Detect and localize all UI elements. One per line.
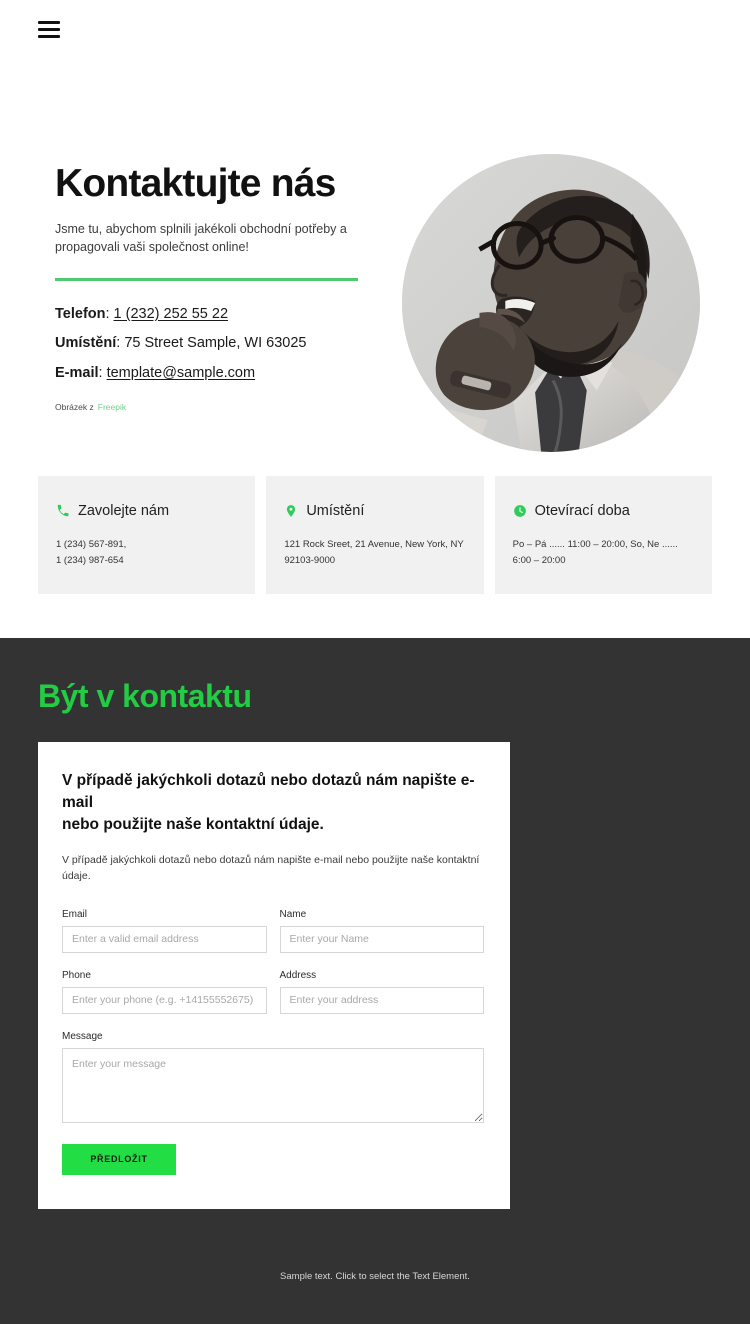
field-label-phone: Phone bbox=[62, 969, 91, 981]
hamburger-bar bbox=[38, 20, 60, 24]
submit-button[interactable]: PŘEDLOŽIT bbox=[62, 1143, 176, 1175]
contact-label-email: E-mail bbox=[55, 364, 99, 381]
message-textarea[interactable] bbox=[62, 1047, 484, 1123]
card-title: Otevírací doba bbox=[534, 503, 630, 519]
card-body: 121 Rock Sreet, 21 Avenue, New York, NY … bbox=[284, 539, 464, 566]
site-header bbox=[0, 0, 750, 58]
image-credit: Obrázek z Freepik bbox=[55, 402, 395, 412]
hero-subtitle: Jsme tu, abychom splnili jakékoli obchod… bbox=[55, 221, 347, 254]
email-link[interactable]: template@sample.com bbox=[107, 365, 256, 381]
card-call-us: Zavolejte nám 1 (234) 567-891, 1 (234) 9… bbox=[38, 476, 256, 595]
phone-link[interactable]: 1 (232) 252 55 22 bbox=[114, 306, 228, 322]
footer-note[interactable]: Sample text. Click to select the Text El… bbox=[0, 1209, 750, 1324]
card-location: Umístění 121 Rock Sreet, 21 Avenue, New … bbox=[266, 476, 484, 595]
clock-icon bbox=[513, 504, 527, 518]
name-input[interactable] bbox=[279, 925, 484, 953]
info-cards: Zavolejte nám 1 (234) 567-891, 1 (234) 9… bbox=[0, 420, 750, 638]
map-pin-icon bbox=[284, 504, 298, 518]
image-credit-prefix: Obrázek z bbox=[55, 402, 94, 413]
card-body: 1 (234) 567-891, 1 (234) 987-654 bbox=[56, 539, 127, 566]
phone-icon bbox=[56, 504, 70, 518]
card-header: Zavolejte nám bbox=[56, 503, 237, 519]
contact-form-card: V případě jakýchkoli dotazů nebo dotazů … bbox=[38, 742, 510, 1209]
form-description: V případě jakýchkoli dotazů nebo dotazů … bbox=[62, 854, 480, 883]
get-in-touch-section: Být v kontaktu V případě jakýchkoli dota… bbox=[0, 638, 750, 1324]
hero-content: Kontaktujte nás Jsme tu, abychom splnili… bbox=[55, 92, 395, 412]
contact-label-phone: Telefon bbox=[55, 305, 106, 322]
hamburger-menu-icon[interactable] bbox=[38, 20, 60, 38]
hero-divider bbox=[55, 277, 358, 281]
freepik-link[interactable]: Freepik bbox=[98, 402, 126, 412]
field-name: Name bbox=[279, 908, 484, 953]
hamburger-bar bbox=[38, 34, 60, 38]
card-header: Otevírací doba bbox=[513, 503, 694, 519]
location-value: 75 Street Sample, WI 63025 bbox=[124, 335, 307, 352]
field-label-address: Address bbox=[279, 969, 317, 981]
card-title: Zavolejte nám bbox=[78, 503, 170, 519]
contact-label-location: Umístění bbox=[55, 335, 117, 352]
field-label-name: Name bbox=[279, 908, 307, 920]
address-input[interactable] bbox=[279, 986, 484, 1014]
hero-portrait-image bbox=[402, 154, 700, 452]
field-message: Message bbox=[62, 1031, 484, 1123]
form-row-1: Email Name bbox=[62, 909, 484, 953]
contact-form: Email Name Phone Address bbox=[62, 909, 484, 1175]
card-opening-hours: Otevírací doba Po – Pá ...... 11:00 – 20… bbox=[494, 476, 712, 595]
contact-line-location: Umístění: 75 Street Sample, WI 63025 bbox=[55, 336, 395, 351]
email-input[interactable] bbox=[62, 925, 267, 953]
hamburger-bar bbox=[38, 27, 60, 31]
section-title: Být v kontaktu bbox=[38, 678, 252, 715]
field-label-email: Email bbox=[62, 908, 88, 920]
phone-input[interactable] bbox=[62, 986, 267, 1014]
field-phone: Phone bbox=[62, 970, 267, 1014]
contact-separator: : bbox=[98, 364, 107, 381]
hero-section: Kontaktujte nás Jsme tu, abychom splnili… bbox=[0, 58, 750, 452]
contact-line-phone: Telefon: 1 (232) 252 55 22 bbox=[55, 307, 395, 322]
card-header: Umístění bbox=[284, 503, 465, 519]
page-title: Kontaktujte nás bbox=[55, 162, 336, 205]
card-title: Umístění bbox=[306, 503, 365, 519]
field-email: Email bbox=[62, 909, 267, 953]
form-row-2: Phone Address bbox=[62, 970, 484, 1014]
field-label-message: Message bbox=[62, 1030, 103, 1042]
card-body: Po – Pá ...... 11:00 – 20:00, So, Ne ...… bbox=[512, 539, 678, 566]
field-address: Address bbox=[279, 969, 484, 1014]
contact-line-email: E-mail: template@sample.com bbox=[55, 366, 395, 381]
form-heading: V případě jakýchkoli dotazů nebo dotazů … bbox=[62, 772, 475, 834]
contact-separator: : bbox=[105, 305, 114, 322]
